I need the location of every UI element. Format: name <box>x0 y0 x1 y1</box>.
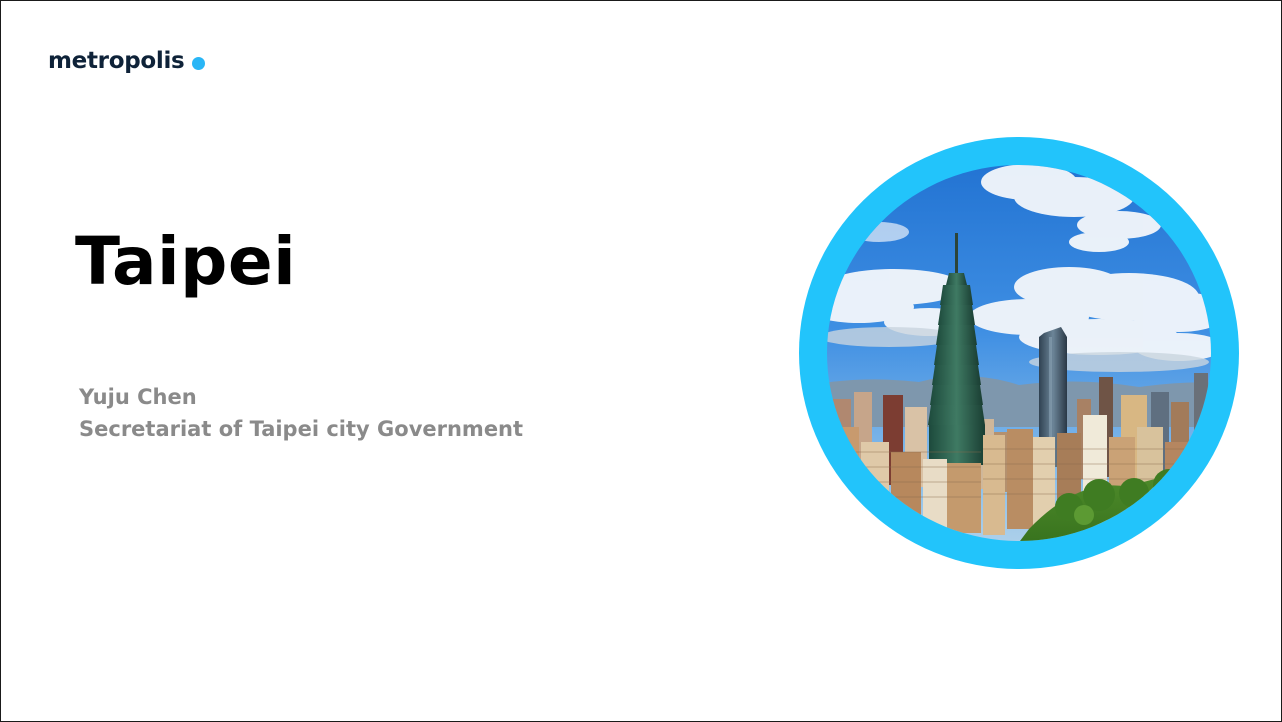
brand-logo-text: metropolis <box>48 48 185 74</box>
slide: metropolis Taipei Yuju Chen Secretariat … <box>0 0 1282 722</box>
brand-logo: metropolis <box>48 48 206 74</box>
taipei-skyline-photo <box>799 137 1239 569</box>
brand-dot-icon <box>192 57 206 70</box>
presenter-name: Yuju Chen <box>79 385 197 409</box>
presenter-info: Yuju Chen Secretariat of Taipei city Gov… <box>79 381 523 445</box>
slide-title: Taipei <box>75 223 297 300</box>
presenter-affiliation: Secretariat of Taipei city Government <box>79 417 524 441</box>
city-photo <box>799 137 1239 569</box>
